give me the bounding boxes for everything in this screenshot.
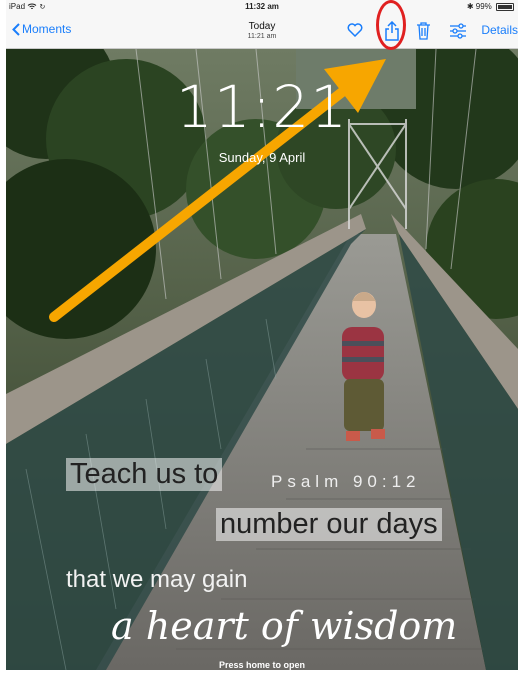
press-home-text: Press home to open [218, 660, 306, 670]
bluetooth-icon: ✱ [466, 2, 474, 11]
nav-title-text: Today [248, 21, 276, 32]
verse-line-4: a heart of wisdom [111, 604, 458, 648]
lock-screen-time: 11:21 [175, 73, 349, 141]
navigation-bar: Moments Today 11:21 am Details [6, 0, 518, 50]
battery-icon [496, 2, 514, 11]
annotation-circle [376, 0, 406, 50]
status-time: 11:32 am [245, 2, 279, 11]
verse-reference: Psalm 90:12 [271, 472, 421, 491]
status-battery: ✱ 99% [467, 2, 514, 11]
verse-line-1: Teach us to [66, 458, 223, 491]
nav-subtitle-text: 11:21 am [247, 33, 277, 40]
heart-icon[interactable] [347, 23, 363, 42]
details-button[interactable]: Details [481, 23, 518, 37]
adjust-icon[interactable] [449, 23, 467, 44]
nav-title: Today 11:21 am [6, 21, 518, 40]
verse-line-2: number our days [216, 508, 442, 541]
screen: 11:21 Sunday, 9 April Teach us to Psalm … [6, 0, 518, 670]
lock-screen-date: Sunday, 9 April [218, 150, 306, 165]
trash-icon[interactable] [416, 21, 431, 45]
status-bar: iPad ↻ 11:32 am ✱ 99% [6, 0, 518, 14]
verse-line-3: that we may gain [66, 566, 248, 593]
battery-percent: 99% [475, 2, 492, 11]
